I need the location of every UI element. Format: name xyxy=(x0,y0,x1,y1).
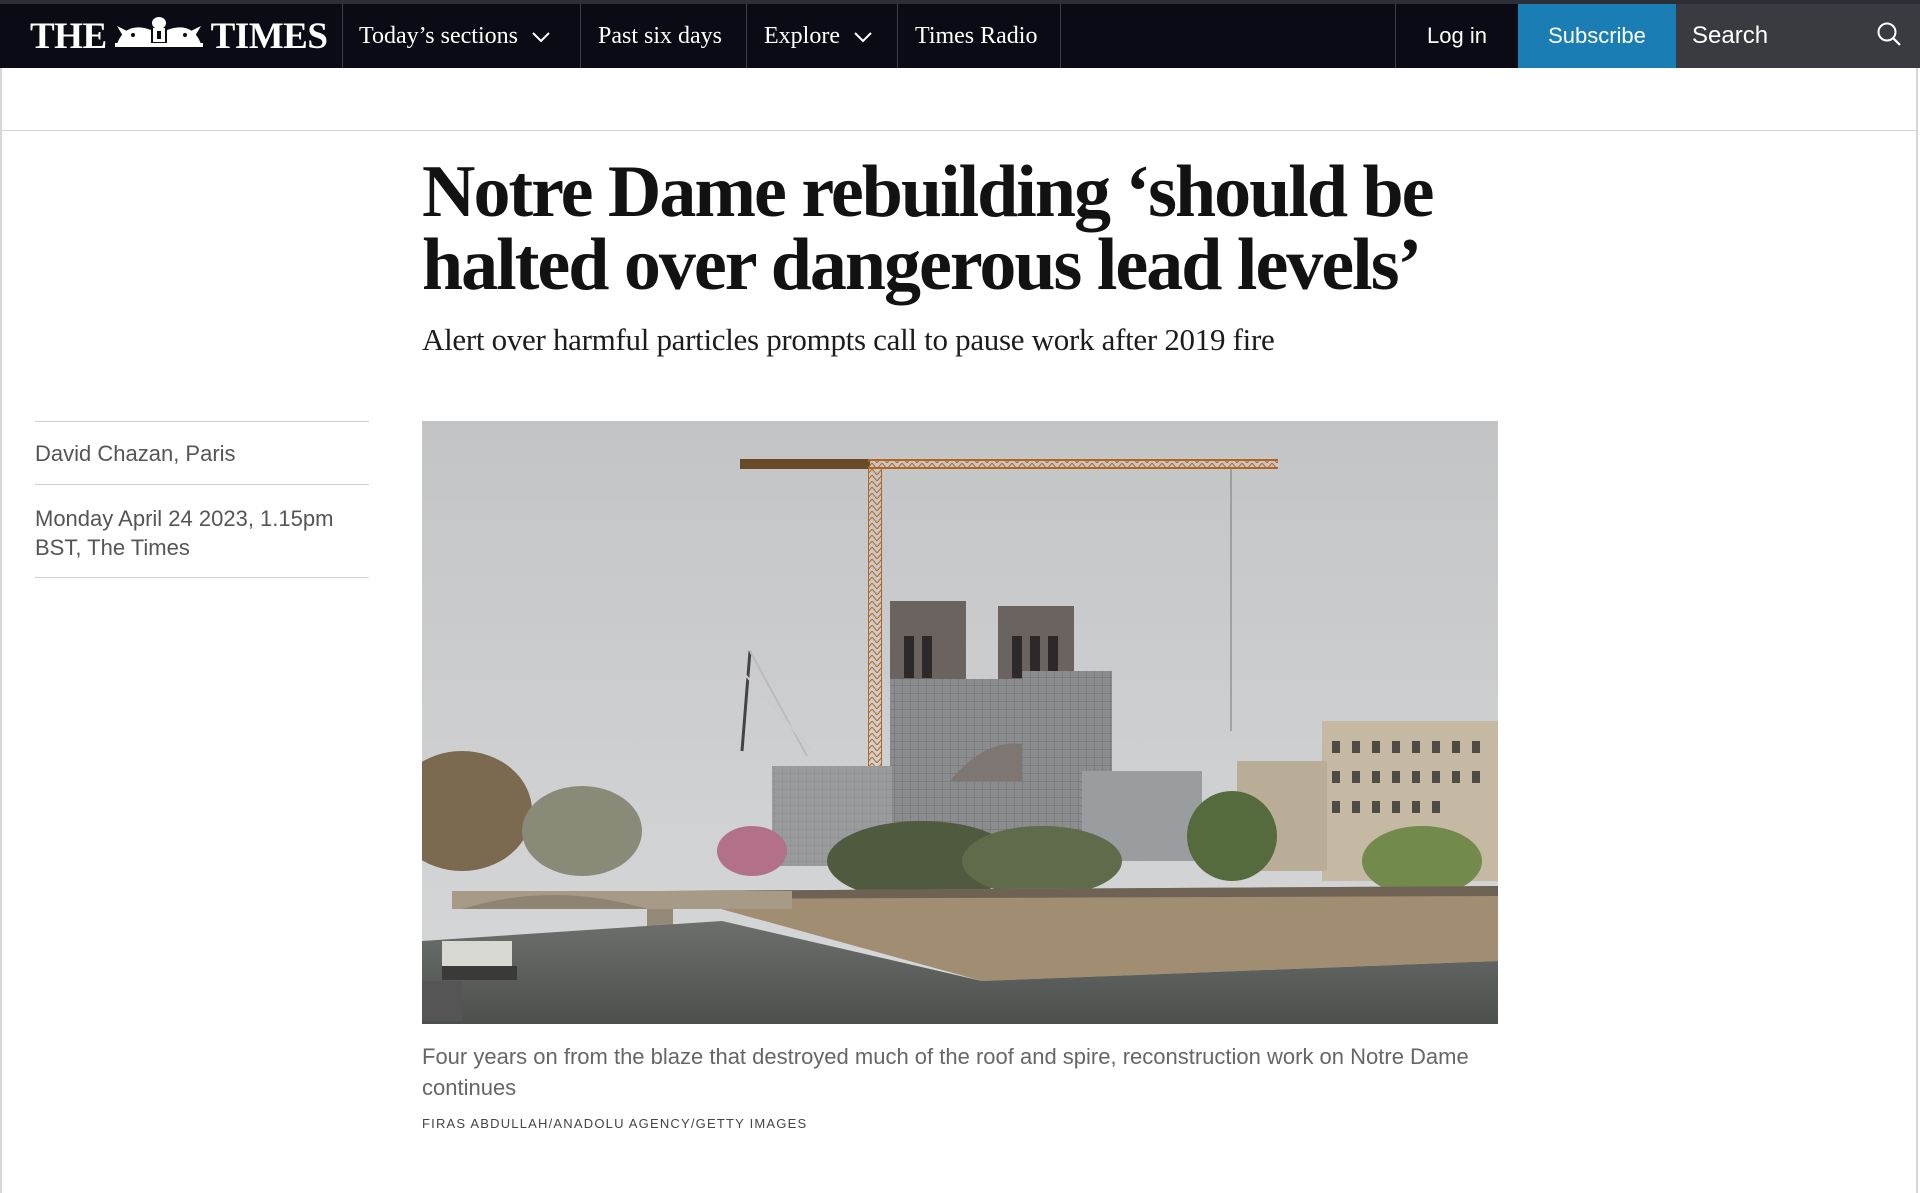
search-icon[interactable] xyxy=(1876,21,1902,52)
article-photo[interactable] xyxy=(422,421,1498,1024)
nav-label: Times Radio xyxy=(915,22,1038,49)
publish-date: Monday April 24 2023, 1.15pm BST, The Ti… xyxy=(35,506,334,560)
nav-divider xyxy=(746,4,747,68)
subscribe-button[interactable]: Subscribe xyxy=(1518,4,1676,68)
logo-word-times: TIMES xyxy=(210,15,328,57)
logo-word-the: THE xyxy=(30,15,107,57)
times-logo[interactable]: THE TIMES xyxy=(30,4,340,68)
nav-label: Today’s sections xyxy=(359,22,518,49)
article-headline: Notre Dame rebuilding ‘should be halted … xyxy=(422,151,1434,306)
search-label: Search xyxy=(1692,22,1769,49)
nav-todays-sections[interactable]: Today’s sections xyxy=(359,4,550,68)
nav-label: Past six days xyxy=(598,22,723,49)
nav-times-radio[interactable]: Times Radio xyxy=(915,4,1037,68)
divider xyxy=(35,577,369,578)
nav-divider xyxy=(897,4,898,68)
chevron-down-icon xyxy=(854,23,872,50)
top-navigation-bar: THE TIMES Today’s sections Past six days… xyxy=(0,0,1920,68)
article-standfirst: Alert over harmful particles prompts cal… xyxy=(422,322,1275,357)
photo-caption: Four years on from the blaze that destro… xyxy=(422,1044,1469,1100)
nav-label: Explore xyxy=(764,22,840,49)
author-name[interactable]: David Chazan, Paris xyxy=(35,422,369,484)
nav-explore[interactable]: Explore xyxy=(764,4,872,68)
nav-past-six-days[interactable]: Past six days xyxy=(598,4,722,68)
photo-credit: FIRAS ABDULLAH/ANADOLU AGENCY/GETTY IMAG… xyxy=(422,1116,808,1131)
byline-column: David Chazan, Paris Monday April 24 2023… xyxy=(35,421,369,578)
nav-divider xyxy=(580,4,581,68)
nav-divider xyxy=(342,4,343,68)
royal-crest-icon xyxy=(113,14,205,58)
chevron-down-icon xyxy=(532,23,550,50)
login-button[interactable]: Log in xyxy=(1396,4,1518,68)
nav-divider xyxy=(1060,4,1061,68)
search-box[interactable]: Search xyxy=(1676,4,1920,68)
ad-slot-divider xyxy=(2,130,1916,131)
